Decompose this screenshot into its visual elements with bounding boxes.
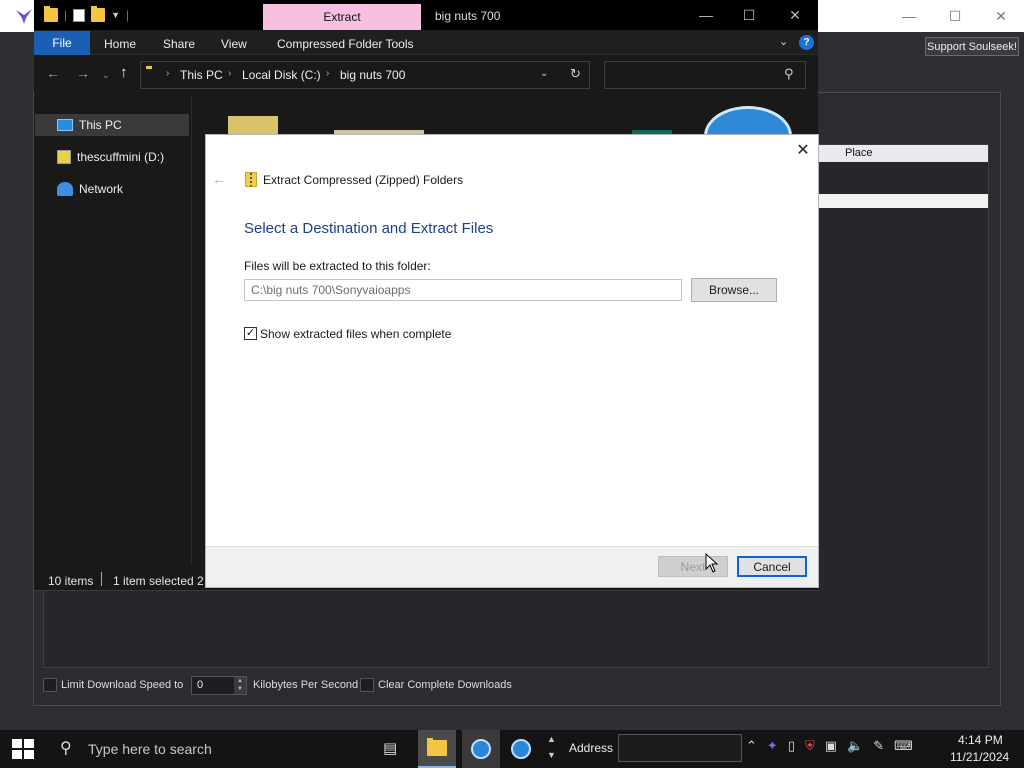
soulseek-maximize-button[interactable]: ☐ — [932, 0, 978, 32]
globe-icon — [471, 739, 491, 759]
taskbar-file-explorer[interactable] — [418, 730, 456, 768]
browse-button[interactable]: Browse... — [691, 278, 777, 302]
ribbon-tab-share[interactable]: Share — [163, 37, 195, 51]
up-arrow-icon[interactable]: ↑ — [120, 64, 128, 81]
limit-speed-label: Limit Download Speed to — [61, 679, 184, 691]
network-icon — [57, 182, 73, 196]
ribbon-tab-file[interactable]: File — [34, 31, 90, 55]
extract-dialog — [205, 134, 819, 588]
explorer-close-button[interactable]: ✕ — [772, 0, 818, 30]
taskbar-clock-date[interactable]: 11/21/2024 — [950, 750, 1009, 764]
dialog-back-arrow-icon[interactable]: ← — [212, 171, 226, 187]
taskbar-scroll-arrows[interactable]: ▲ ▼ — [543, 731, 560, 767]
network-tray-icon[interactable]: ▣ — [825, 738, 837, 754]
clear-complete-checkbox[interactable] — [360, 678, 374, 692]
dialog-title: Extract Compressed (Zipped) Folders — [263, 173, 464, 187]
system-tray: ⌃ ✦ ▯ ⛨ ▣ 🔈 ✎ ⌨ — [746, 738, 913, 754]
dialog-heading: Select a Destination and Extract Files — [244, 220, 494, 237]
refresh-icon[interactable]: ↻ — [570, 66, 581, 82]
close-icon[interactable]: ✕ — [790, 140, 816, 160]
qat-dropdown-icon[interactable]: ▼ — [111, 10, 120, 20]
limit-speed-checkbox[interactable] — [43, 678, 57, 692]
breadcrumb-separator[interactable]: › — [228, 68, 231, 79]
forward-arrow-icon[interactable]: → — [76, 65, 90, 81]
taskbar-search-icon[interactable]: ⚲ — [60, 738, 72, 758]
nav-item-label: Network — [79, 182, 124, 196]
taskbar-app-browser[interactable] — [462, 730, 500, 768]
explorer-window-title: big nuts 700 — [435, 9, 501, 23]
quick-access-toolbar: | ▼ | — [44, 6, 129, 24]
soulseek-minimize-button[interactable]: — — [886, 0, 932, 32]
show-files-checkbox[interactable]: ✓ — [244, 327, 257, 340]
explorer-maximize-button[interactable]: ☐ — [726, 0, 772, 30]
address-toolbar-input[interactable] — [618, 734, 742, 762]
folder-icon — [427, 738, 447, 756]
status-separator — [101, 572, 102, 586]
usb-icon[interactable]: ▯ — [788, 738, 795, 754]
nav-item-this-pc[interactable]: This PC — [35, 114, 189, 136]
nav-item-network[interactable]: Network — [35, 178, 189, 200]
ribbon-bar — [34, 30, 818, 55]
soulseek-bird-icon — [16, 9, 32, 24]
kbps-label: Kilobytes Per Second — [253, 679, 359, 691]
qat-separator: | — [64, 8, 68, 22]
breadcrumb-separator[interactable]: › — [166, 68, 169, 79]
nav-item-drive-d[interactable]: thescuffmini (D:) — [35, 146, 189, 168]
selected-download-row[interactable] — [818, 194, 988, 208]
qat-separator: | — [126, 8, 130, 22]
computer-icon — [57, 119, 73, 131]
explorer-search-input[interactable] — [604, 61, 806, 89]
usb-drive-icon — [57, 150, 71, 164]
soulseek-tray-icon[interactable]: ✦ — [767, 738, 778, 754]
address-toolbar-label: Address — [569, 741, 614, 755]
security-shield-icon[interactable]: ⛨ — [805, 738, 815, 754]
back-arrow-icon[interactable]: ← — [46, 65, 60, 81]
folder-icon[interactable] — [44, 6, 58, 22]
zip-folder-icon — [245, 172, 257, 187]
destination-path-input[interactable]: C:\big nuts 700\Sonyvaioapps — [244, 279, 682, 301]
breadcrumb-local-disk[interactable]: Local Disk (C:) — [242, 68, 321, 82]
breadcrumb-this-pc[interactable]: This PC — [180, 68, 223, 82]
properties-icon[interactable] — [73, 8, 86, 22]
ribbon-tab-home[interactable]: Home — [104, 37, 136, 51]
clear-complete-label: Clear Complete Downloads — [378, 679, 512, 691]
search-icon: ⚲ — [784, 66, 794, 81]
support-soulseek-button[interactable]: Support Soulseek! — [925, 37, 1019, 56]
column-header-place[interactable]: Place — [818, 145, 988, 162]
ribbon-tab-view[interactable]: View — [221, 37, 247, 51]
windows-start-icon[interactable] — [12, 739, 34, 759]
show-hidden-icons-chevron-icon[interactable]: ⌃ — [746, 738, 757, 754]
cancel-button[interactable]: Cancel — [737, 556, 807, 577]
show-files-label[interactable]: Show extracted files when complete — [260, 327, 451, 341]
destination-label: Files will be extracted to this folder: — [244, 259, 431, 273]
speed-spinner-icon[interactable]: ▲ ▼ — [234, 677, 246, 694]
pen-icon[interactable]: ✎ — [873, 738, 884, 754]
keyboard-icon[interactable]: ⌨ — [894, 738, 913, 754]
status-item-count: 10 items — [48, 574, 94, 588]
ribbon-expand-chevron-icon[interactable]: ⌄ — [779, 35, 788, 48]
mouse-cursor-icon — [705, 553, 719, 573]
breadcrumb-current-folder[interactable]: big nuts 700 — [340, 68, 405, 82]
status-selection: 1 item selected 2 — [113, 574, 204, 588]
help-icon[interactable]: ? — [799, 35, 814, 50]
ribbon-tab-compressed-folder-tools[interactable]: Compressed Folder Tools — [277, 37, 414, 51]
taskbar-search-box[interactable]: Type here to search — [88, 741, 212, 757]
taskbar-app-browser-2[interactable] — [504, 730, 538, 768]
nav-item-label: This PC — [79, 118, 122, 132]
globe-icon — [511, 739, 531, 759]
explorer-minimize-button[interactable]: — — [683, 0, 729, 30]
volume-muted-icon[interactable]: 🔈 — [847, 738, 863, 754]
task-view-icon[interactable]: ▤ — [383, 739, 397, 757]
extract-context-tab[interactable]: Extract — [263, 4, 421, 30]
new-folder-icon[interactable] — [91, 6, 106, 22]
recent-locations-chevron-icon[interactable]: ⌄ — [102, 70, 110, 81]
nav-item-label: thescuffmini (D:) — [77, 150, 165, 164]
address-dropdown-icon[interactable]: ⌄ — [540, 68, 548, 79]
breadcrumb-separator[interactable]: › — [326, 68, 329, 79]
soulseek-close-button[interactable]: ✕ — [978, 0, 1024, 32]
taskbar-clock-time[interactable]: 4:14 PM — [958, 733, 1003, 747]
